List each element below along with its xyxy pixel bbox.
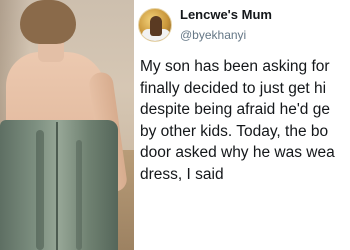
tweet-text: My son has been asking for finally decid… xyxy=(140,56,350,185)
user-handle[interactable]: @byekhanyi xyxy=(180,28,246,42)
tweet-text-line: by other kids. Today, the bo xyxy=(140,122,329,140)
green-satin-dress xyxy=(0,120,118,250)
display-name[interactable]: Lencwe's Mum xyxy=(180,7,272,22)
dress-fold xyxy=(76,140,82,250)
tweet-text-line: finally decided to just get hi xyxy=(140,79,327,97)
tweet-text-line: dress, I said xyxy=(140,165,224,183)
profile-avatar[interactable] xyxy=(138,8,172,42)
tweet-card: Lencwe's Mum @byekhanyi My son has been … xyxy=(134,0,350,250)
avatar-figure xyxy=(150,16,162,36)
tweet-text-line: door asked why he was wea xyxy=(140,144,335,161)
dress-fold xyxy=(36,130,44,250)
dress-zipper xyxy=(56,122,58,250)
child-in-dress-photo xyxy=(0,0,134,250)
child-hair xyxy=(20,0,76,44)
tweet-text-line: despite being afraid he'd ge xyxy=(140,101,330,118)
tweet-text-line: My son has been asking for xyxy=(140,58,330,75)
